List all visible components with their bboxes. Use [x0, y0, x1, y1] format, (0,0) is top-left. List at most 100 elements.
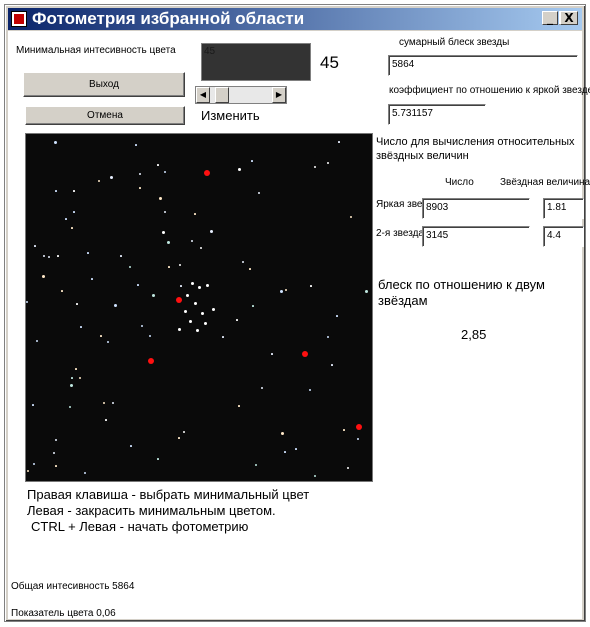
star	[105, 419, 107, 421]
change-label: Изменить	[201, 108, 260, 123]
star	[343, 429, 345, 431]
star	[107, 341, 109, 343]
col-magnitude-header: Звёздная величина	[500, 177, 590, 188]
star	[365, 290, 368, 293]
marked-star	[176, 297, 182, 303]
star	[184, 310, 187, 313]
total-brightness-field[interactable]: 5864	[388, 55, 578, 76]
star	[76, 303, 78, 305]
star	[189, 320, 192, 323]
star	[36, 340, 38, 342]
star	[139, 187, 141, 189]
star	[191, 282, 194, 285]
star	[350, 216, 352, 218]
star	[79, 377, 81, 379]
star	[53, 452, 55, 454]
star	[149, 335, 151, 337]
instruction-line: Правая клавиша - выбрать минимальный цве…	[27, 487, 310, 502]
star	[33, 463, 35, 465]
exit-button[interactable]: Выход	[23, 72, 185, 97]
color-swatch: 45	[201, 43, 311, 81]
star	[55, 190, 57, 192]
star	[191, 240, 193, 242]
star-field-image[interactable]	[25, 133, 373, 482]
scroll-right-icon[interactable]: ▶	[272, 87, 286, 103]
star	[110, 176, 113, 179]
close-button[interactable]: X	[560, 11, 578, 25]
star	[157, 458, 159, 460]
star	[261, 387, 263, 389]
marked-star	[356, 424, 362, 430]
star	[331, 364, 333, 366]
star	[314, 166, 316, 168]
bright-star-magnitude-field[interactable]: 1.81	[543, 198, 584, 219]
star	[178, 328, 181, 331]
star	[285, 289, 287, 291]
star	[98, 180, 100, 182]
star	[141, 325, 143, 327]
star	[130, 445, 132, 447]
two-star-label: блеск по отношению к двум звёздам	[378, 277, 545, 308]
two-star-value: 2,85	[461, 327, 487, 342]
coef-field[interactable]: 5.731157	[388, 104, 486, 125]
star	[309, 389, 311, 391]
window-title: Фотометрия избранной области	[32, 9, 305, 28]
star	[236, 319, 238, 321]
scrollbar-thumb[interactable]	[215, 87, 229, 103]
star	[152, 294, 155, 297]
star	[32, 404, 34, 406]
star	[198, 286, 201, 289]
star	[112, 402, 114, 404]
star	[194, 302, 197, 305]
marked-star	[148, 358, 154, 364]
second-star-number-field[interactable]: 3145	[422, 226, 530, 247]
star	[338, 141, 340, 143]
coef-label: коэффициент по отношению к яркой звезде	[389, 85, 590, 96]
star	[212, 308, 215, 311]
star	[196, 329, 199, 332]
star	[61, 290, 63, 292]
star	[314, 475, 316, 477]
star	[242, 261, 244, 263]
star	[120, 255, 122, 257]
instruction-line: CTRL + Левая - начать фотометрию	[31, 519, 249, 534]
min-intensity-label: Минимальная интесивность цвета	[16, 45, 176, 56]
star	[180, 285, 182, 287]
photometry-window: Фотометрия избранной области _ □ X Миним…	[4, 4, 590, 622]
star	[357, 438, 359, 440]
star	[249, 268, 251, 270]
intensity-scrollbar[interactable]: ◀ ▶	[195, 86, 287, 104]
star	[178, 437, 180, 439]
swatch-value: 45	[204, 46, 216, 57]
col-number-header: Число	[445, 177, 474, 188]
star	[168, 266, 170, 268]
star	[43, 255, 45, 257]
star	[222, 336, 224, 338]
star	[48, 256, 50, 258]
relative-magnitude-heading: Число для вычисления относительных звёзд…	[376, 136, 575, 162]
bright-star-number-field[interactable]: 8903	[422, 198, 530, 219]
star	[194, 213, 196, 215]
star	[54, 141, 57, 144]
star	[42, 275, 45, 278]
star	[84, 472, 86, 474]
second-star-magnitude-field[interactable]: 4.4	[543, 226, 584, 247]
star	[71, 377, 73, 379]
cancel-button[interactable]: Отмена	[25, 106, 185, 125]
title-bar[interactable]: Фотометрия избранной области _ □ X	[8, 8, 582, 30]
minimize-button[interactable]: _	[542, 11, 558, 25]
star	[179, 264, 181, 266]
scroll-left-icon[interactable]: ◀	[196, 87, 210, 103]
star	[100, 335, 102, 337]
star	[73, 190, 75, 192]
star	[255, 464, 257, 466]
star	[55, 465, 57, 467]
star	[280, 290, 283, 293]
star	[55, 439, 57, 441]
star	[157, 164, 159, 166]
star	[295, 448, 297, 450]
star	[27, 470, 29, 472]
star	[114, 304, 117, 307]
star	[71, 227, 73, 229]
star	[34, 245, 36, 247]
